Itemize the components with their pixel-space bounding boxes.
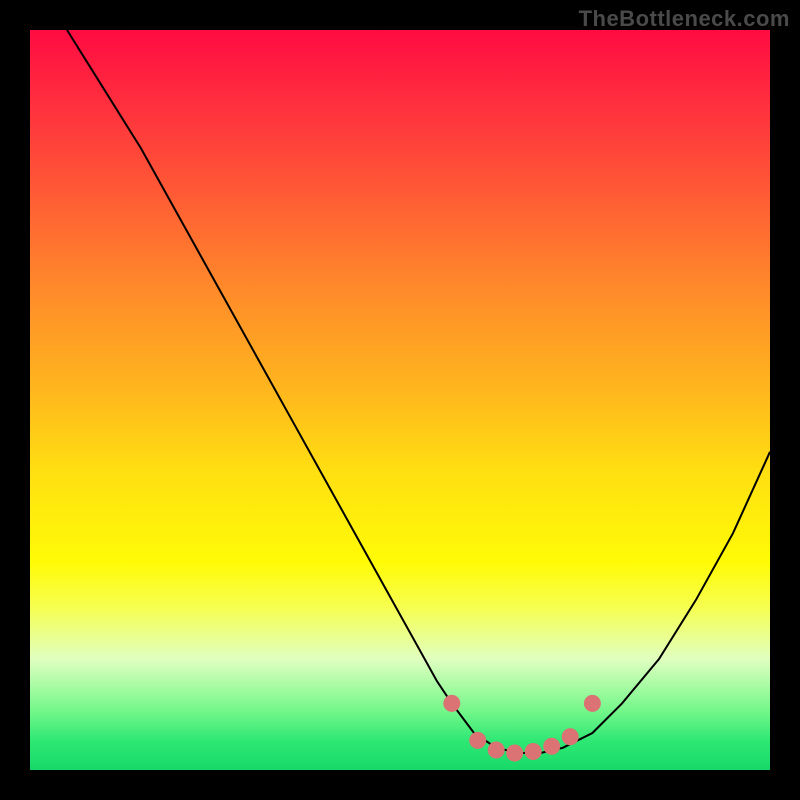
valley-marker	[584, 695, 600, 711]
valley-marker	[444, 695, 460, 711]
valley-marker	[488, 742, 504, 758]
valley-marker	[470, 732, 486, 748]
valley-marker	[544, 738, 560, 754]
watermark-text: TheBottleneck.com	[579, 6, 790, 32]
valley-marker	[562, 729, 578, 745]
chart-frame: TheBottleneck.com	[0, 0, 800, 800]
plot-area	[30, 30, 770, 770]
valley-markers	[444, 695, 601, 761]
valley-marker	[525, 744, 541, 760]
valley-marker	[507, 745, 523, 761]
bottleneck-curve	[30, 30, 770, 770]
curve-path	[67, 30, 770, 753]
